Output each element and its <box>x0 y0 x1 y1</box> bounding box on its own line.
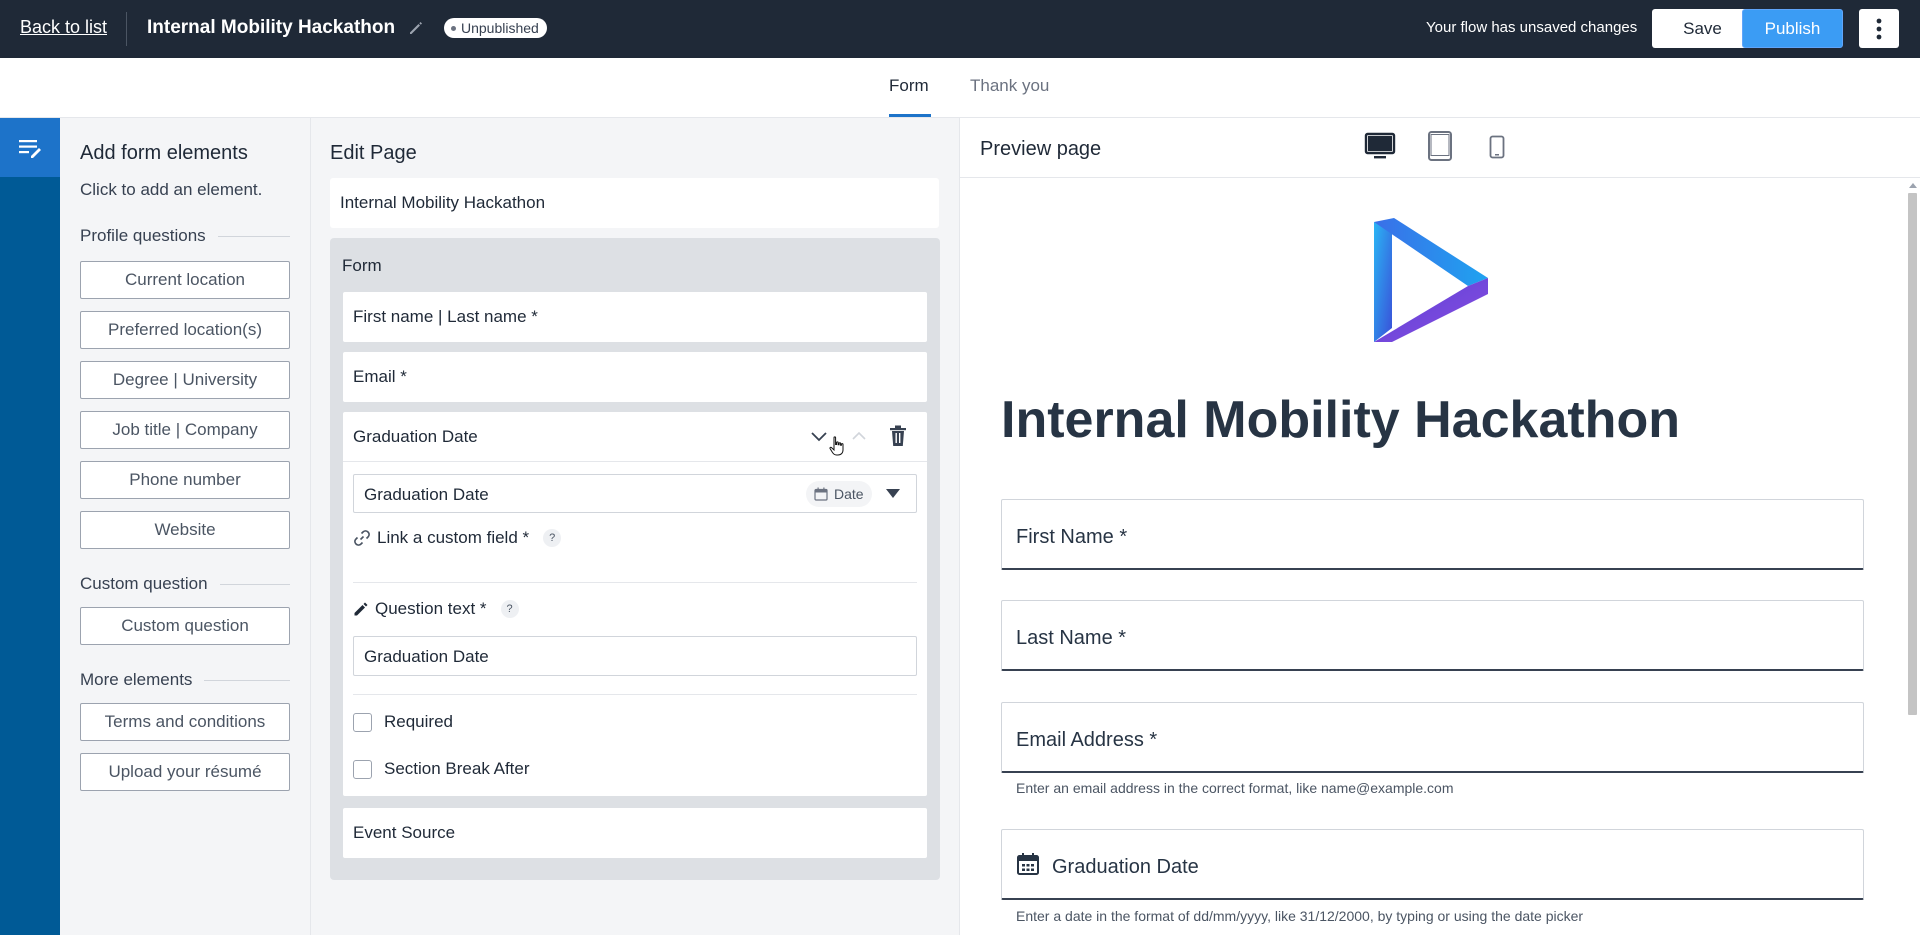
field-title: Graduation Date <box>353 427 478 446</box>
preview-graduation-date-field[interactable]: Graduation Date <box>1001 829 1864 900</box>
link-custom-field-row: Link a custom field * ? <box>353 528 562 548</box>
tab-form[interactable]: Form <box>889 76 929 96</box>
field-type-value: Graduation Date <box>364 485 489 504</box>
more-options-button[interactable] <box>1859 9 1899 48</box>
edit-list-icon <box>19 139 41 158</box>
back-to-list-link[interactable]: Back to list <box>20 17 107 38</box>
date-chip-label: Date <box>834 486 864 502</box>
caret-down-icon <box>886 489 900 498</box>
add-website-button[interactable]: Website <box>80 511 290 549</box>
preview-scrollbar[interactable] <box>1906 183 1918 935</box>
status-badge: Unpublished <box>444 18 547 38</box>
preview-email-field[interactable]: Email Address * <box>1001 702 1864 773</box>
pencil-icon <box>354 602 368 616</box>
publish-button[interactable]: Publish <box>1742 9 1843 48</box>
chevron-up-icon[interactable] <box>848 425 870 447</box>
add-upload-resume-button[interactable]: Upload your résumé <box>80 753 290 791</box>
section-more-elements: More elements <box>80 670 290 690</box>
flow-title: Internal Mobility Hackathon <box>147 17 396 38</box>
preview-first-name-field[interactable]: First Name * <box>1001 499 1864 570</box>
form-field-event-source[interactable]: Event Source <box>343 808 927 858</box>
preview-title: Preview page <box>980 138 1102 160</box>
section-heading: Profile questions <box>80 226 206 245</box>
email-help-text: Enter an email address in the correct fo… <box>1016 780 1454 796</box>
graduation-date-label: Graduation Date <box>1052 856 1199 878</box>
link-custom-field-label: Link a custom field * <box>377 528 530 547</box>
edit-page-panel: Edit Page Internal Mobility Hackathon Fo… <box>311 118 960 935</box>
mobile-icon[interactable] <box>1489 135 1505 164</box>
page-name-field[interactable]: Internal Mobility Hackathon <box>330 178 939 228</box>
section-break-checkbox[interactable] <box>353 759 372 779</box>
top-bar: Back to list Internal Mobility Hackathon… <box>0 0 1920 58</box>
page-tabs: Form Thank you <box>0 58 1920 118</box>
preview-last-name-field[interactable]: Last Name * <box>1001 600 1864 671</box>
calendar-icon <box>814 487 828 501</box>
unsaved-changes-text: Your flow has unsaved changes <box>1426 19 1638 36</box>
status-label: Unpublished <box>461 20 539 36</box>
section-custom-question: Custom question <box>80 574 290 594</box>
required-checkbox-row[interactable]: Required <box>353 712 453 732</box>
divider <box>353 582 917 583</box>
question-text-row: Question text * ? <box>353 599 519 619</box>
preview-heading: Internal Mobility Hackathon <box>1001 391 1680 449</box>
save-button[interactable]: Save <box>1652 9 1753 48</box>
form-elements-rail-button[interactable] <box>0 118 60 177</box>
status-dot <box>451 25 456 31</box>
field-header[interactable]: Graduation Date <box>343 412 927 462</box>
required-label: Required <box>384 712 453 731</box>
divider <box>353 694 917 695</box>
section-heading: Custom question <box>80 574 208 593</box>
preview-header: Preview page <box>960 118 1920 178</box>
edit-title-pencil-icon[interactable] <box>406 18 426 38</box>
field-type-select[interactable]: Graduation Date Date <box>353 474 917 513</box>
link-icon <box>354 530 370 546</box>
form-label: Form <box>342 256 382 275</box>
desktop-icon[interactable] <box>1364 130 1396 167</box>
brand-logo <box>1372 218 1492 346</box>
add-form-elements-panel: Add form elements Click to add an elemen… <box>60 118 311 935</box>
add-custom-question-button[interactable]: Custom question <box>80 607 290 645</box>
add-terms-button[interactable]: Terms and conditions <box>80 703 290 741</box>
date-type-chip: Date <box>806 481 872 507</box>
kebab-menu-icon <box>1876 18 1882 39</box>
form-field-graduation-date-expanded: Graduation Date Graduation Date Date Lin… <box>343 412 927 796</box>
form-container: Form First name | Last name * Email * Gr… <box>330 238 940 880</box>
add-phone-number-button[interactable]: Phone number <box>80 461 290 499</box>
form-field-name[interactable]: First name | Last name * <box>343 292 927 342</box>
section-break-checkbox-row[interactable]: Section Break After <box>353 759 530 779</box>
section-break-label: Section Break After <box>384 759 530 778</box>
add-degree-university-button[interactable]: Degree | University <box>80 361 290 399</box>
tablet-icon[interactable] <box>1427 130 1453 167</box>
add-current-location-button[interactable]: Current location <box>80 261 290 299</box>
preview-panel: Preview page Internal Mobility Hackathon… <box>960 118 1920 935</box>
chevron-down-icon[interactable] <box>808 425 830 447</box>
help-icon[interactable]: ? <box>543 529 562 547</box>
question-text-label: Question text * <box>375 599 487 618</box>
scroll-up-icon[interactable] <box>1909 183 1917 188</box>
required-checkbox[interactable] <box>353 712 372 732</box>
question-text-input[interactable]: Graduation Date <box>353 636 917 676</box>
divider <box>126 12 127 46</box>
section-heading: More elements <box>80 670 193 689</box>
add-preferred-locations-button[interactable]: Preferred location(s) <box>80 311 290 349</box>
add-elements-title: Add form elements <box>80 142 248 164</box>
edit-page-title: Edit Page <box>330 142 417 164</box>
tab-thank-you[interactable]: Thank you <box>970 76 1049 96</box>
scrollbar-thumb[interactable] <box>1908 193 1917 715</box>
add-job-title-company-button[interactable]: Job title | Company <box>80 411 290 449</box>
calendar-icon <box>1016 852 1040 876</box>
delete-field-trash-icon[interactable] <box>887 424 909 448</box>
active-tab-indicator <box>889 114 931 117</box>
add-elements-subtitle: Click to add an element. <box>80 180 263 199</box>
left-rail <box>0 118 60 935</box>
form-field-email[interactable]: Email * <box>343 352 927 402</box>
hand-cursor-icon <box>829 436 845 456</box>
date-help-text: Enter a date in the format of dd/mm/yyyy… <box>1016 908 1584 924</box>
help-icon[interactable]: ? <box>500 600 519 618</box>
section-profile-questions: Profile questions <box>80 226 290 246</box>
